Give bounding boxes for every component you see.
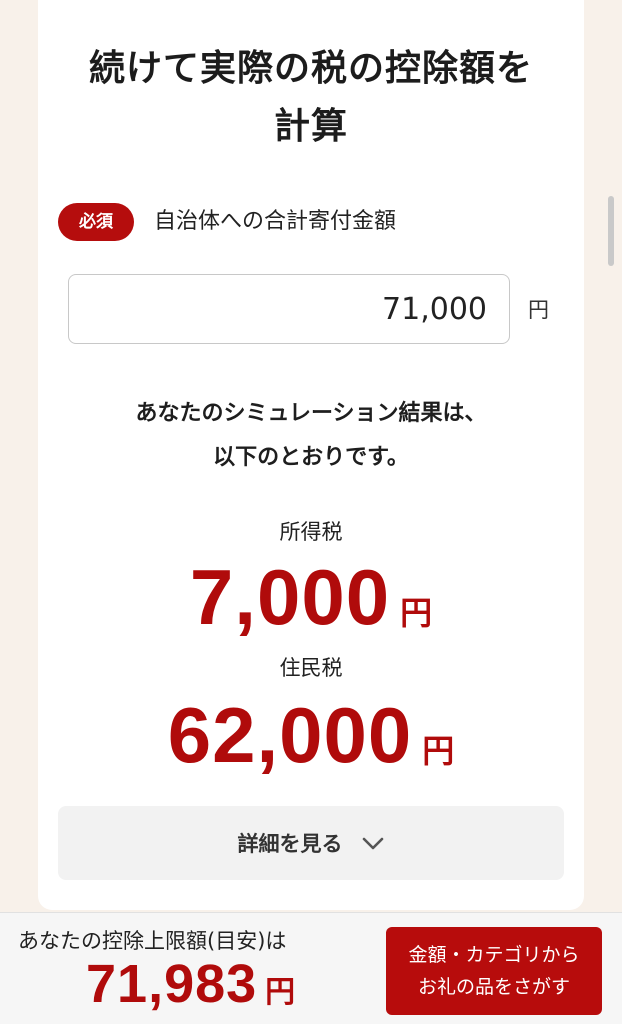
deduction-limit-label: あなたの控除上限額(目安)は bbox=[18, 929, 287, 953]
result-intro-line-2: 以下のとおりです。 bbox=[213, 445, 409, 470]
bottom-bar: あなたの控除上限額(目安)は 71,983 円 金額・カテゴリから お礼の品をさが… bbox=[0, 912, 622, 1024]
result-intro: あなたのシミュレーション結果は、 以下のとおりです。 bbox=[0, 392, 622, 480]
donation-amount-input[interactable] bbox=[68, 274, 510, 344]
resident-tax-amount: 62,000 円 bbox=[0, 690, 622, 781]
resident-tax-value: 62,000 bbox=[167, 691, 413, 779]
view-details-button[interactable]: 詳細を見る bbox=[58, 806, 564, 880]
income-tax-label: 所得税 bbox=[279, 520, 343, 544]
donation-amount-label: 自治体への合計寄付金額 bbox=[154, 209, 397, 234]
search-gifts-label-line-1: 金額・カテゴリから bbox=[408, 944, 580, 966]
income-tax-amount: 7,000 円 bbox=[0, 552, 622, 643]
search-gifts-button[interactable]: 金額・カテゴリから お礼の品をさがす bbox=[386, 927, 602, 1015]
search-gifts-label-line-2: お礼の品をさがす bbox=[417, 976, 570, 998]
deduction-limit-amount: 71,983 円 bbox=[86, 953, 295, 1015]
required-badge: 必須 bbox=[58, 203, 134, 241]
input-unit-label: 円 bbox=[528, 298, 549, 322]
result-intro-line-1: あなたのシミュレーション結果は、 bbox=[135, 401, 487, 426]
view-details-label: 詳細を見る bbox=[237, 832, 343, 856]
resident-tax-label: 住民税 bbox=[279, 656, 343, 680]
resident-tax-unit: 円 bbox=[422, 732, 455, 770]
deduction-limit-value: 71,983 bbox=[86, 954, 258, 1014]
income-tax-value: 7,000 bbox=[189, 553, 391, 641]
chevron-down-icon bbox=[362, 837, 383, 850]
income-tax-unit: 円 bbox=[400, 594, 433, 632]
title-line-1: 続けて実際の税の控除額を bbox=[88, 48, 533, 89]
scrollbar[interactable] bbox=[608, 196, 614, 266]
title-line-2: 計算 bbox=[273, 106, 348, 147]
deduction-limit-unit: 円 bbox=[265, 975, 296, 1010]
page-title: 続けて実際の税の控除額を 計算 bbox=[0, 40, 622, 156]
